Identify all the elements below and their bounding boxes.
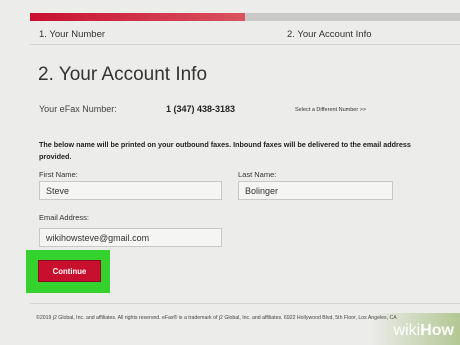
signup-progress-bar [30,13,460,21]
continue-button[interactable]: Continue [38,260,101,282]
watermark-wiki: wiki [393,322,421,339]
email-field[interactable]: wikihowsteve@gmail.com [39,228,222,247]
first-name-label: First Name: [39,170,78,179]
efax-number-label: Your eFax Number: [39,104,117,114]
page-title: 2. Your Account Info [38,64,208,85]
footer-divider [30,303,460,304]
first-name-field[interactable]: Steve [39,181,222,200]
notice-text: The below name will be printed on your o… [39,140,411,161]
last-name-label: Last Name: [238,170,277,179]
progress-fill [30,13,245,21]
email-label: Email Address: [39,213,90,222]
last-name-field[interactable]: Bolinger [238,181,393,200]
wikihow-watermark: wiki How [370,313,460,345]
watermark-how: How [420,322,454,339]
divider [30,44,460,45]
step-account-info: 2. Your Account Info [287,29,372,40]
efax-number-value: 1 (347) 438-3183 [166,104,236,114]
step-your-number: 1. Your Number [39,29,106,40]
select-different-number-link[interactable]: Select a Different Number >> [295,107,366,113]
